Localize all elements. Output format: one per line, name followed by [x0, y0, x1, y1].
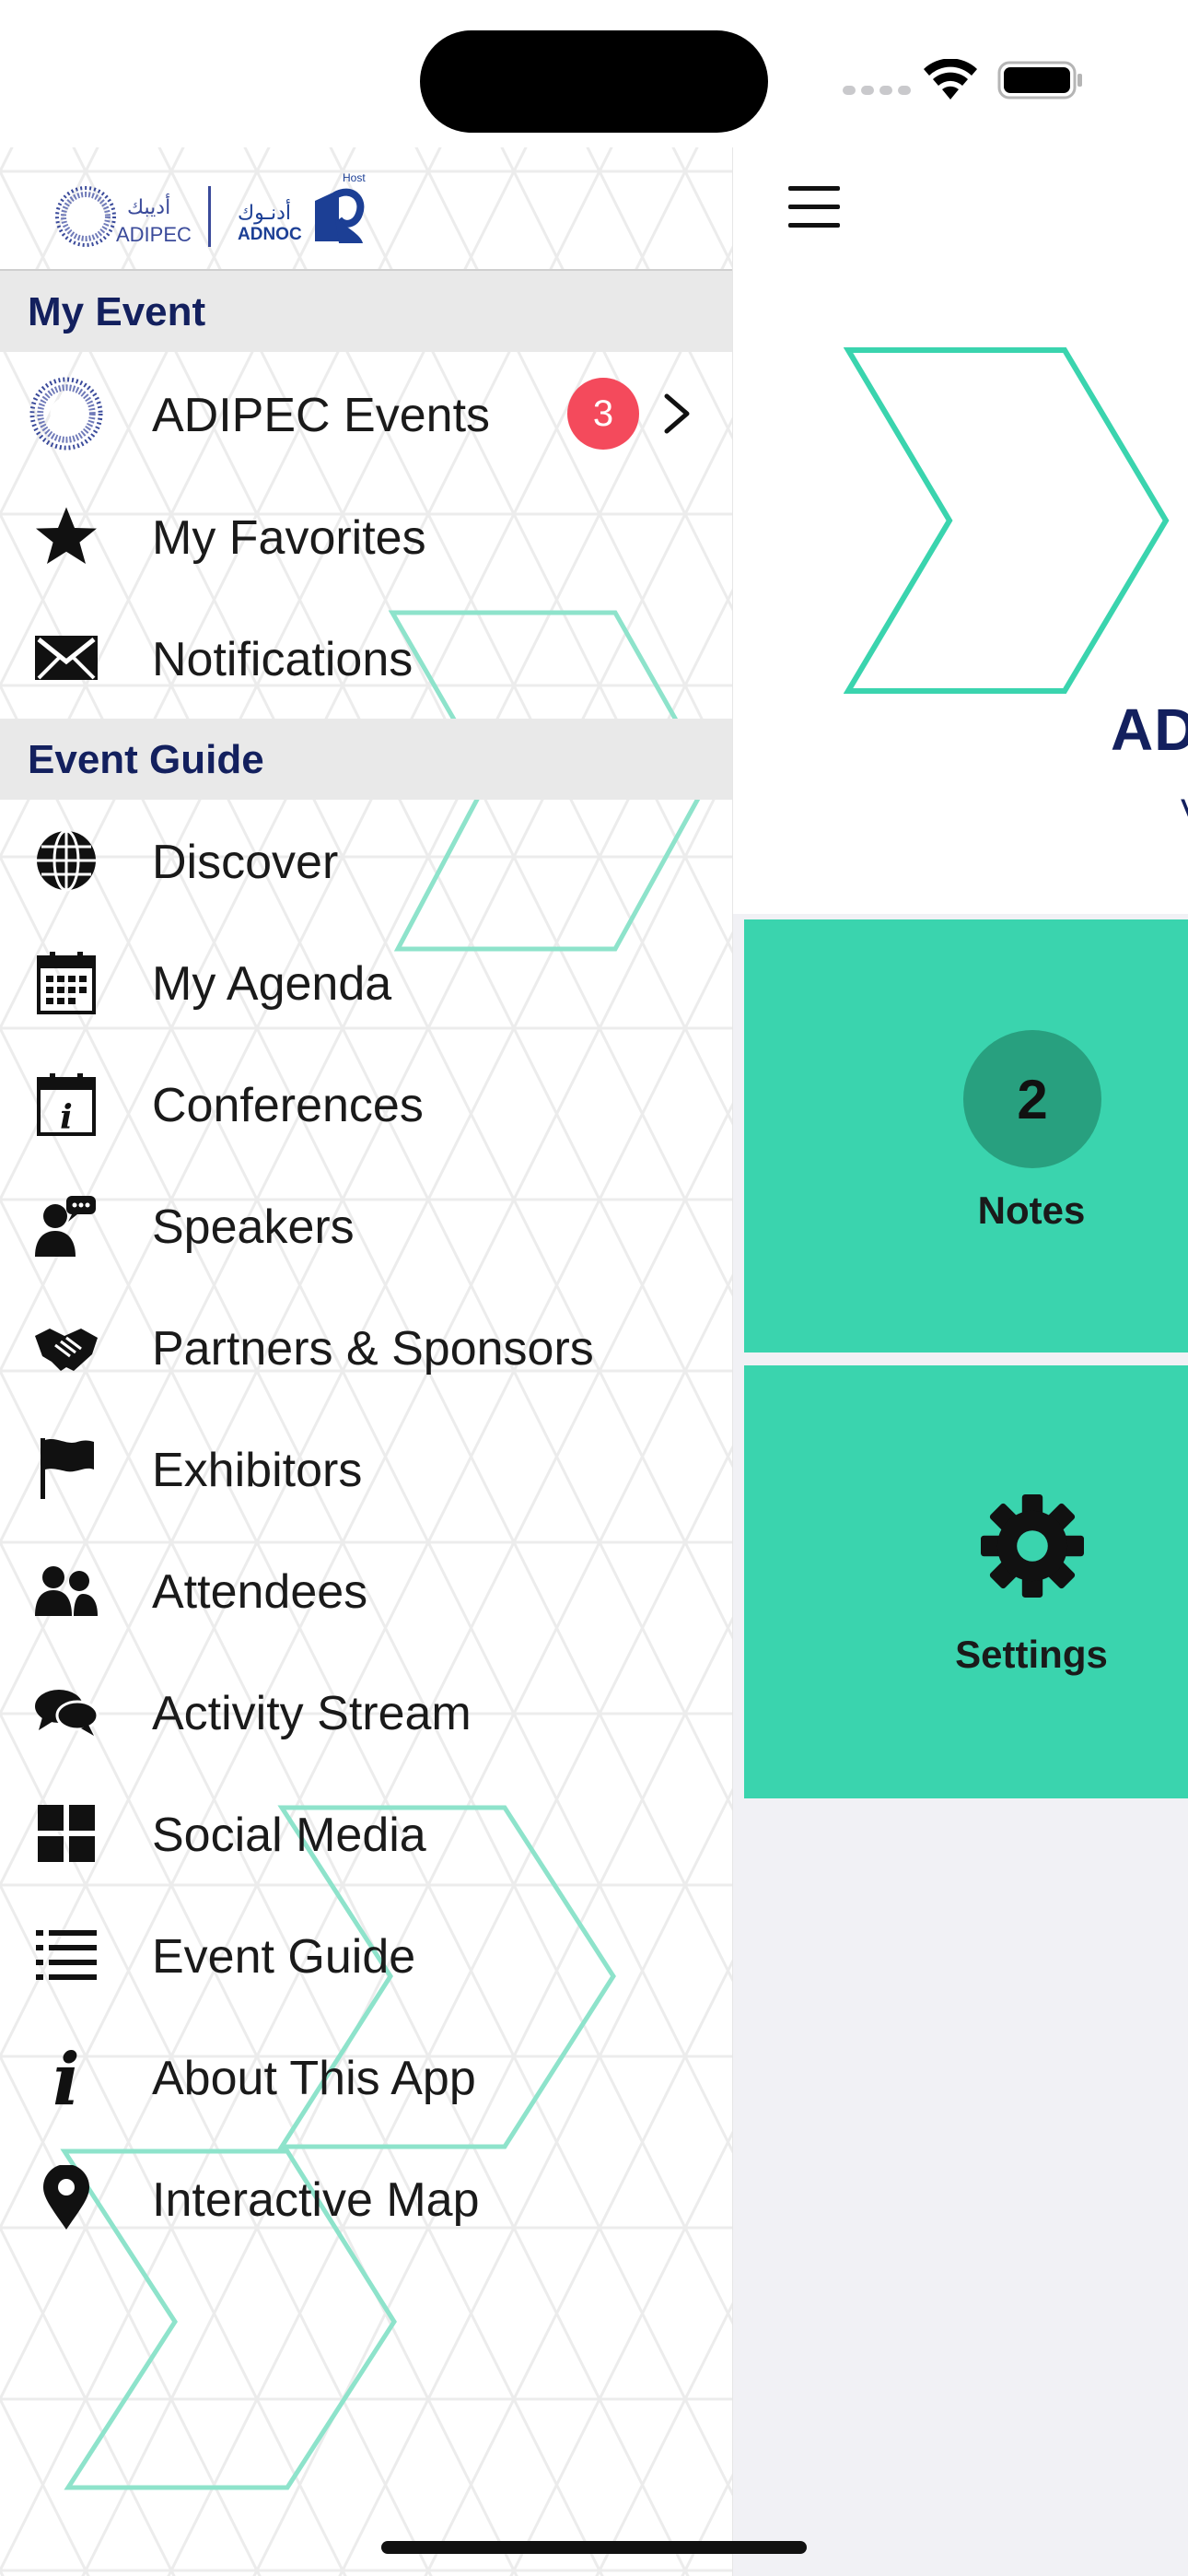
attendees-icon [29, 1553, 103, 1627]
menu-item-label: Attendees [152, 1565, 368, 1619]
wifi-icon [924, 59, 977, 100]
menu-item-interactive-map[interactable]: Interactive Map [0, 2137, 732, 2259]
section-title: Event Guide [28, 737, 264, 782]
settings-label: Settings [955, 1633, 1108, 1676]
speaker-icon [29, 1188, 103, 1262]
calendar-info-icon: i [29, 1067, 103, 1141]
menu-item-activity-stream[interactable]: Activity Stream [0, 1651, 732, 1773]
svg-text:i: i [52, 2042, 80, 2112]
handshake-icon [29, 1310, 103, 1384]
section-header-event-guide: Event Guide [0, 719, 732, 800]
event-title: AD [1111, 697, 1188, 763]
events-count-badge: 3 [567, 378, 639, 450]
menu-item-label: My Favorites [152, 511, 426, 565]
logo-header: أديبك ADIPEC أدنـوك ADNOC Host [0, 147, 732, 271]
menu-item-label: Activity Stream [152, 1687, 472, 1740]
menu-item-label: Speakers [152, 1200, 355, 1254]
cellular-signal-icon [843, 86, 911, 95]
menu-item-label: Conferences [152, 1079, 424, 1132]
globe-icon [29, 824, 103, 897]
calendar-icon [29, 945, 103, 1019]
menu-item-event-guide[interactable]: Event Guide [0, 1894, 732, 2016]
menu-item-speakers[interactable]: Speakers [0, 1165, 732, 1286]
menu-item-label: Interactive Map [152, 2173, 480, 2227]
logo-divider [208, 186, 211, 247]
menu-item-social-media[interactable]: Social Media [0, 1773, 732, 1894]
menu-item-discover[interactable]: Discover [0, 800, 732, 921]
map-pin-icon [29, 2161, 103, 2235]
side-drawer: أديبك ADIPEC أدنـوك ADNOC Host My Event … [0, 147, 733, 2576]
hamburger-menu-icon[interactable] [788, 186, 840, 228]
notes-count-badge: 2 [963, 1030, 1101, 1168]
chat-bubbles-icon [29, 1675, 103, 1749]
envelope-icon [29, 621, 103, 695]
menu-item-conferences[interactable]: i Conferences [0, 1043, 732, 1165]
svg-text:i: i [60, 1098, 73, 1136]
section-header-my-event: My Event [0, 271, 732, 352]
chevron-right-icon[interactable] [661, 392, 693, 435]
adipec-logo-icon [29, 377, 103, 451]
info-icon: i [29, 2040, 103, 2113]
main-content: AD V 2 Notes Settings [733, 147, 1188, 2576]
menu-item-label: Event Guide [152, 1930, 416, 1984]
gear-icon [981, 1494, 1084, 1598]
menu-item-label: My Agenda [152, 957, 392, 1011]
menu-item-label: Notifications [152, 633, 413, 686]
grid-icon [29, 1797, 103, 1870]
flag-icon [29, 1432, 103, 1505]
adipec-logo-icon [55, 186, 116, 247]
star-icon [29, 499, 103, 573]
menu-item-label: Discover [152, 836, 339, 889]
adnoc-arabic-text: أدنـوك [238, 201, 291, 224]
section-title: My Event [28, 289, 206, 334]
menu-item-attendees[interactable]: Attendees [0, 1529, 732, 1651]
settings-tile[interactable]: Settings [744, 1365, 1188, 1798]
adipec-arabic-text: أديبك [127, 195, 171, 218]
list-icon [29, 1918, 103, 1992]
menu-item-my-agenda[interactable]: My Agenda [0, 921, 732, 1043]
adipec-english-text: ADIPEC [116, 223, 192, 246]
menu-item-partners-sponsors[interactable]: Partners & Sponsors [0, 1286, 732, 1408]
menu-item-label: Social Media [152, 1809, 426, 1862]
menu-item-my-favorites[interactable]: My Favorites [0, 475, 732, 597]
menu-item-label: ADIPEC Events [152, 389, 491, 442]
event-subtitle: V [1181, 792, 1188, 834]
menu-item-label: Partners & Sponsors [152, 1322, 594, 1376]
event-logo-chevron [844, 347, 1170, 694]
adnoc-english-text: ADNOC [238, 225, 302, 244]
menu-item-label: Exhibitors [152, 1444, 363, 1497]
menu-item-about-this-app[interactable]: i About This App [0, 2016, 732, 2137]
dynamic-island [420, 30, 768, 133]
menu-item-exhibitors[interactable]: Exhibitors [0, 1408, 732, 1529]
menu-item-notifications[interactable]: Notifications [0, 597, 732, 719]
adnoc-logo-icon [315, 188, 365, 243]
notes-tile[interactable]: 2 Notes [744, 919, 1188, 1352]
status-bar [0, 0, 1188, 147]
notes-label: Notes [977, 1188, 1086, 1232]
battery-icon [997, 61, 1082, 100]
menu-item-label: About This App [152, 2052, 476, 2105]
home-indicator [381, 2541, 807, 2554]
